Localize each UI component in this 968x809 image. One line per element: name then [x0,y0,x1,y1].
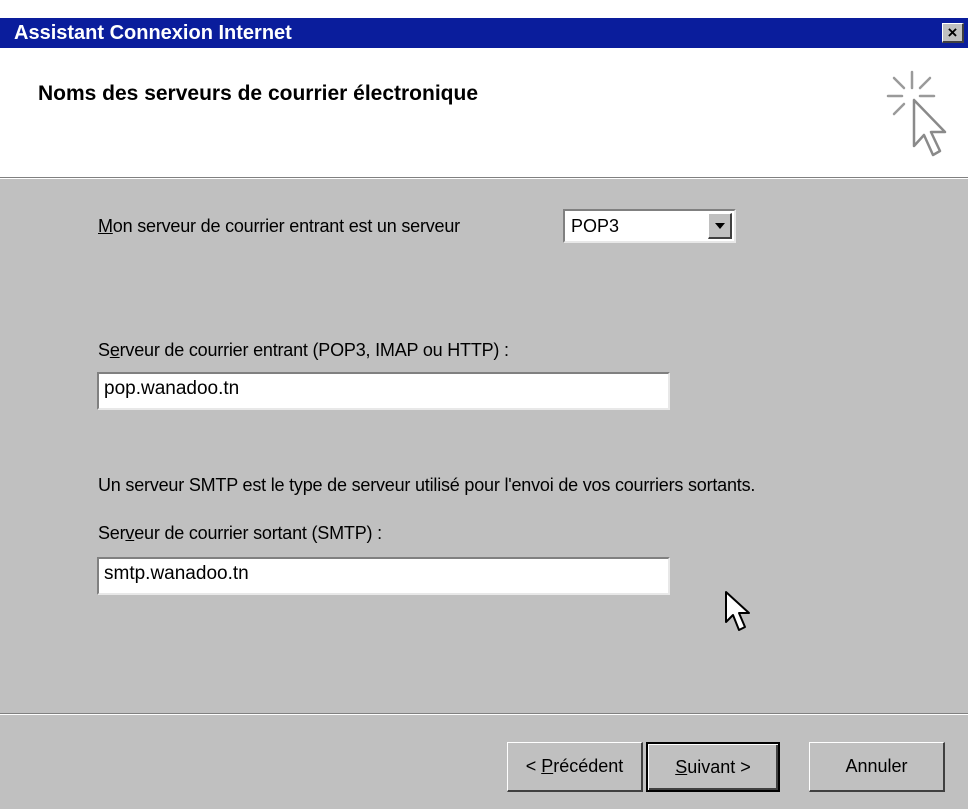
wizard-body: Mon serveur de courrier entrant est un s… [0,179,968,809]
page-title: Noms des serveurs de courrier électroniq… [38,82,479,105]
close-icon: × [947,23,958,42]
outgoing-server-value: smtp.wanadoo.tn [104,563,249,584]
chevron-down-icon [715,223,725,229]
server-type-label: Mon serveur de courrier entrant est un s… [98,216,460,236]
incoming-server-value: pop.wanadoo.tn [104,378,240,399]
server-type-value: POP3 [571,216,620,236]
dropdown-button[interactable] [708,213,732,239]
cancel-button[interactable]: Annuler [809,742,945,792]
close-button[interactable]: × [942,23,964,43]
outgoing-server-input[interactable]: smtp.wanadoo.tn [97,557,670,595]
title-bar: Assistant Connexion Internet × [0,18,968,48]
back-button[interactable]: < Précédent [507,742,643,792]
outgoing-server-label: Serveur de courrier sortant (SMTP) : [98,523,382,543]
wizard-sparkle-cursor-icon [886,70,947,157]
next-button[interactable]: Suivant > [646,742,780,792]
incoming-server-input[interactable]: pop.wanadoo.tn [97,372,670,410]
smtp-info-text: Un serveur SMTP est le type de serveur u… [98,475,756,495]
incoming-server-label: Serveur de courrier entrant (POP3, IMAP … [98,340,509,360]
mouse-pointer-icon [725,591,750,631]
server-type-select[interactable]: POP3 [563,209,736,243]
wizard-header: Noms des serveurs de courrier électroniq… [0,48,968,177]
footer-separator-highlight [0,714,968,715]
window-title: Assistant Connexion Internet [14,22,292,44]
